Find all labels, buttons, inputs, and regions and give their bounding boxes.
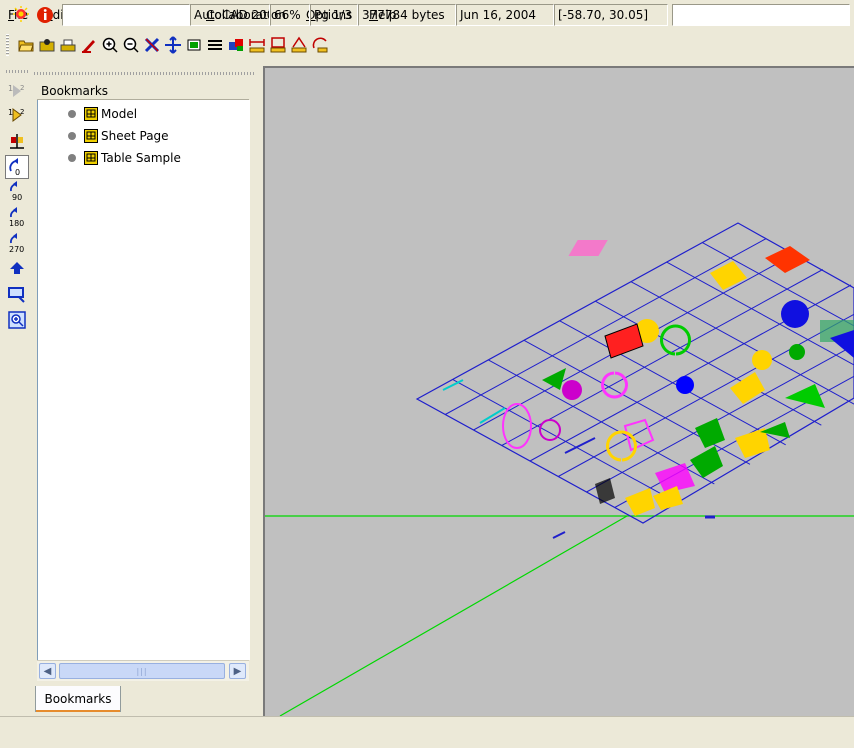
svg-text:2: 2 [20,84,24,92]
status-extra-field [672,4,850,26]
measure-area-icon[interactable] [268,34,288,56]
scroll-right-icon[interactable]: ▶ [229,663,246,679]
page-order-icon[interactable]: 12 [6,80,28,102]
svg-text:180: 180 [9,219,24,227]
status-coordinates: [-58.70, 30.05] [554,4,668,26]
layout-icon[interactable] [184,34,204,56]
markup-pen-icon[interactable] [79,34,99,56]
bookmark-label: Model [101,107,137,121]
status-page: Pg 1/3 [310,4,358,26]
print-icon[interactable] [58,34,78,56]
status-file-size: 377784 bytes [358,4,456,26]
bullet-icon [68,132,76,140]
measure-arc-icon[interactable] [310,34,330,56]
zoom-in-icon[interactable] [100,34,120,56]
zoom-extents-icon[interactable] [142,34,162,56]
svg-text:0: 0 [15,168,20,177]
drawing-canvas[interactable] [265,68,854,716]
svg-text:2: 2 [20,108,24,116]
page-icon [84,129,98,143]
bookmark-item-model[interactable]: Model [68,105,137,123]
horizontal-scrollbar[interactable]: ◀ ||| ▶ [37,660,249,681]
zoom-out-icon[interactable] [121,34,141,56]
drawing-label-mark [553,532,565,538]
rotate-180-icon[interactable]: 180 [6,206,28,228]
bookmark-label: Sheet Page [101,129,169,143]
svg-text:1: 1 [8,108,13,117]
drawing-viewport[interactable] [263,66,854,716]
rotate-flip-icon[interactable] [6,130,28,152]
measure-angle-icon[interactable] [289,34,309,56]
markup-bulb-icon[interactable] [12,6,30,24]
status-format: AutoCAD 2004-2006 [190,4,270,26]
zoom-window-icon[interactable] [6,283,28,305]
drawing-grid [445,239,854,508]
panel-grip[interactable] [34,72,254,75]
side-toolbar-grip[interactable] [6,70,28,73]
status-bar [0,716,854,748]
layers-icon[interactable] [205,34,225,56]
rotate-0-icon[interactable]: 0 [5,155,29,179]
toolbar-grip[interactable] [6,34,9,56]
scroll-thumb[interactable]: ||| [59,663,225,679]
pan-arrows-icon[interactable] [6,258,28,280]
status-zoom: 66% [270,4,310,26]
bookmarks-tree: Model Sheet Page Table Sample [37,100,250,660]
drawing-entities [443,240,854,516]
rotate-90-icon[interactable]: 90 [6,180,28,202]
open-file-icon[interactable] [16,34,36,56]
scroll-left-icon[interactable]: ◀ [39,663,56,679]
pan-icon[interactable] [163,34,183,56]
next-page-icon[interactable]: 12 [6,104,28,126]
bullet-icon [68,110,76,118]
info-icon[interactable] [36,6,54,24]
svg-text:90: 90 [12,193,22,201]
status-message-field [62,4,190,26]
bookmark-item-table-sample[interactable]: Table Sample [68,149,181,167]
zoom-realtime-icon[interactable] [6,309,28,331]
rotate-270-icon[interactable]: 270 [6,232,28,254]
page-icon [84,151,98,165]
named-views-icon[interactable] [226,34,246,56]
measure-distance-icon[interactable] [247,34,267,56]
status-date: Jun 16, 2004 [456,4,554,26]
bookmark-item-sheet-page[interactable]: Sheet Page [68,127,169,145]
svg-text:1: 1 [8,84,13,93]
bookmark-label: Table Sample [101,151,181,165]
panel-title: Bookmarks [37,82,249,100]
svg-text:270: 270 [9,245,24,253]
y-axis-line [280,516,627,716]
tab-bookmarks[interactable]: Bookmarks [35,686,121,712]
page-icon [84,107,98,121]
open-folder-icon[interactable] [37,34,57,56]
bullet-icon [68,154,76,162]
